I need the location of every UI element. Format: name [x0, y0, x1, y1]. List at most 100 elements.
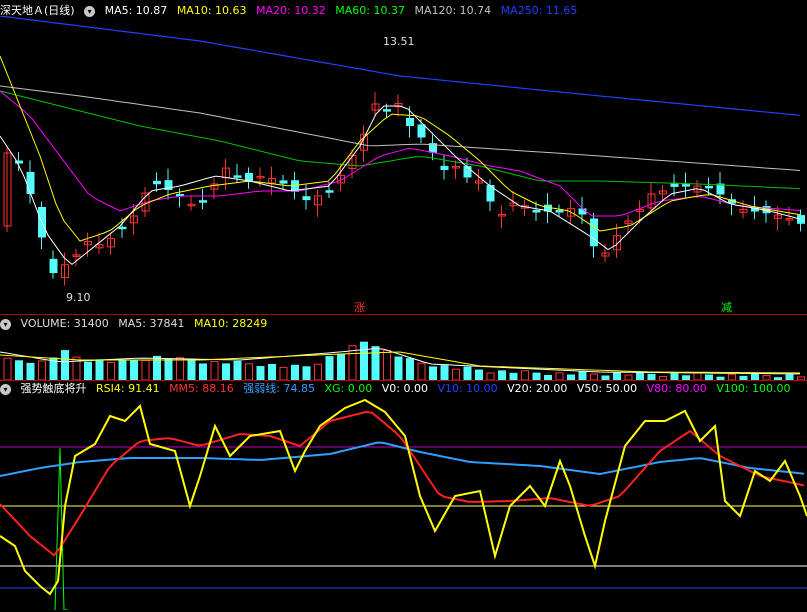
candle-body	[705, 185, 713, 189]
xg-line	[54, 447, 68, 610]
candle-body	[233, 175, 242, 178]
signal-mark-up: 涨	[354, 301, 365, 314]
candle-body	[153, 180, 161, 185]
indicator-v100: V100: 100.00	[716, 382, 791, 395]
indicator-strength: 强弱线: 74.85	[243, 382, 315, 395]
high-price-label: 13.51	[383, 35, 415, 48]
rsi4-line	[0, 398, 807, 596]
volume-bar	[130, 359, 138, 380]
volume-bar	[279, 366, 288, 380]
volume-bar	[498, 370, 506, 380]
candlestick-chart[interactable]	[0, 16, 807, 316]
volume-bar	[314, 363, 322, 380]
candle-body	[440, 165, 449, 170]
candle-body	[417, 124, 426, 138]
volume-bar	[429, 366, 437, 380]
strength-line	[0, 441, 805, 477]
volume-bar	[360, 341, 368, 380]
ma5-line	[0, 105, 801, 266]
indicator-rsi4: RSI4: 91.41	[96, 382, 160, 395]
indicator-mm5: MM5: 88.16	[169, 382, 234, 395]
candle-body	[716, 183, 725, 195]
candle-body	[797, 215, 805, 224]
volume-bar	[417, 362, 426, 380]
volume-bar	[337, 353, 345, 380]
volume-ma5: MA5: 37841	[118, 317, 185, 330]
volume-chart[interactable]	[0, 330, 807, 380]
volume-bar	[210, 360, 219, 380]
candle-body	[578, 208, 587, 215]
volume-bar	[521, 370, 529, 380]
volume-bar	[118, 359, 127, 380]
volume-bar	[636, 371, 644, 380]
indicator-xg: XG: 0.00	[324, 382, 373, 395]
volume-bar	[509, 372, 518, 380]
candle-body	[26, 171, 35, 194]
volume-bar	[291, 364, 299, 380]
chevron-down-icon[interactable]: ▾	[0, 318, 11, 330]
volume-bar	[233, 360, 242, 380]
volume-bar	[187, 360, 196, 380]
ma250-line	[0, 16, 801, 116]
volume-ma10: MA10: 28249	[193, 317, 268, 330]
indicator-v20: V20: 20.00	[507, 382, 568, 395]
candle-body	[245, 172, 253, 182]
volume-bar	[578, 371, 587, 380]
candle-body	[682, 184, 690, 187]
volume-bar	[486, 372, 495, 380]
volume-bar	[3, 357, 12, 380]
volume-bar	[222, 363, 230, 380]
indicator-chart[interactable]	[0, 396, 807, 610]
volume-bar	[463, 366, 472, 380]
candle-body	[325, 190, 334, 193]
volume-bar	[176, 357, 184, 380]
volume-bar	[26, 362, 35, 380]
chevron-down-icon[interactable]: ▾	[84, 5, 96, 17]
volume-bar	[394, 356, 403, 380]
indicator-v0: V0: 0.00	[381, 382, 428, 395]
volume-bar	[440, 365, 449, 380]
ma10-line	[0, 55, 801, 242]
candle-body	[279, 180, 288, 184]
candle-body	[199, 200, 207, 203]
volume-bar	[693, 372, 702, 380]
candle-body	[463, 166, 472, 178]
candle-body	[49, 258, 58, 274]
volume-bar	[15, 360, 23, 380]
indicator-name: 强势触底将升	[20, 382, 87, 395]
indicator-v10: V10: 10.00	[437, 382, 498, 395]
low-price-label: 9.10	[66, 291, 91, 304]
volume-bar	[452, 368, 460, 380]
volume-bar	[325, 356, 334, 380]
ma120-line	[0, 85, 801, 171]
indicator-v80: V80: 80.00	[646, 382, 707, 395]
volume-bar	[371, 346, 380, 380]
candle-body	[383, 109, 391, 112]
volume-bar	[199, 363, 207, 380]
candle-body	[590, 218, 598, 247]
volume-bar	[555, 372, 564, 380]
chevron-down-icon[interactable]: ▾	[0, 383, 11, 395]
volume-bar	[107, 361, 115, 380]
indicator-header: ▾ 强势触底将升 RSI4: 91.41 MM5: 88.16 强弱线: 74.…	[0, 381, 797, 397]
volume-bar	[613, 372, 621, 380]
volume-bar	[245, 363, 253, 380]
candle-body	[555, 210, 564, 213]
volume-bar	[141, 359, 150, 380]
volume-bar	[383, 349, 391, 380]
volume-bar	[95, 359, 104, 380]
candle-body	[406, 117, 414, 127]
volume-bar	[256, 366, 265, 380]
volume-bar	[532, 372, 541, 380]
candle-body	[302, 196, 311, 201]
volume-value: VOLUME: 31400	[20, 317, 109, 330]
candle-body	[532, 209, 541, 213]
panel-divider	[0, 314, 807, 315]
ma20-line	[0, 90, 801, 217]
volume-bar	[38, 360, 46, 380]
volume-bar	[268, 363, 276, 380]
volume-bar	[164, 359, 173, 380]
volume-bar	[84, 361, 92, 380]
candle-body	[118, 226, 127, 230]
indicator-v50: V50: 50.00	[576, 382, 638, 395]
